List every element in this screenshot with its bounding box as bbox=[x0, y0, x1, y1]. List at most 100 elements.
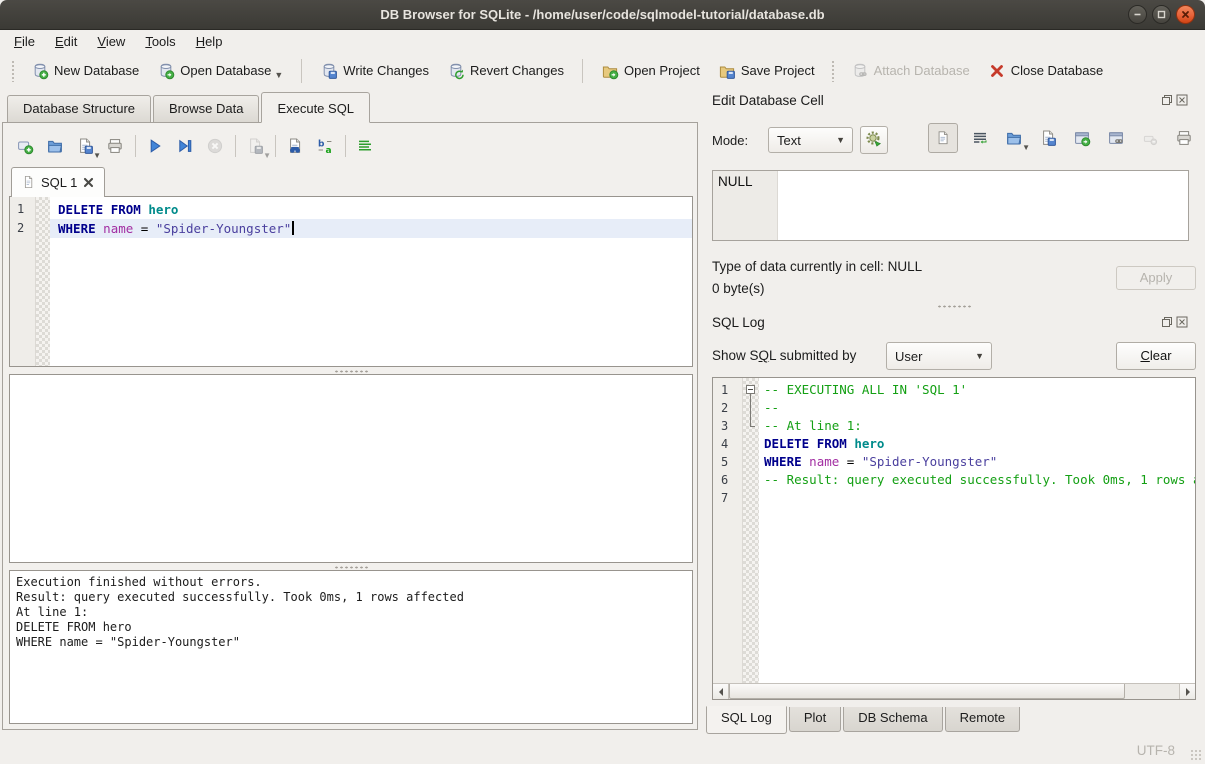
fold-collapse-icon[interactable] bbox=[746, 385, 755, 394]
import-cell-icon[interactable]: ▼ bbox=[1002, 126, 1026, 150]
log-line: -- At line 1: bbox=[759, 417, 1195, 435]
log-code: -- EXECUTING ALL IN 'SQL 1'---- At line … bbox=[759, 378, 1195, 683]
splitter-handle[interactable] bbox=[712, 303, 1196, 309]
clear-log-button[interactable]: Clear bbox=[1116, 342, 1196, 370]
sql-log-view[interactable]: 1234567 -- EXECUTING ALL IN 'SQL 1'---- … bbox=[712, 377, 1196, 700]
scroll-right-arrow[interactable] bbox=[1179, 684, 1195, 699]
apply-button[interactable]: Apply bbox=[1116, 266, 1196, 290]
replace-icon[interactable]: ba bbox=[313, 134, 337, 158]
execute-all-icon[interactable] bbox=[143, 134, 167, 158]
sql-log-filter-combobox[interactable]: User ▼ bbox=[886, 342, 992, 370]
execute-line-icon[interactable] bbox=[173, 134, 197, 158]
gear-icon bbox=[865, 130, 883, 151]
format-sql-icon[interactable] bbox=[353, 134, 377, 158]
close-dock-icon[interactable] bbox=[1176, 316, 1188, 328]
main-toolbar: New DatabaseOpen Database▼Write ChangesR… bbox=[0, 53, 1205, 88]
tab-browse-data[interactable]: Browse Data bbox=[153, 95, 259, 122]
new-database-button[interactable]: New Database bbox=[22, 57, 148, 85]
dropdown-caret-icon[interactable]: ▼ bbox=[263, 151, 271, 160]
save-results-icon[interactable]: ▼ bbox=[243, 134, 267, 158]
results-grid[interactable] bbox=[9, 374, 693, 563]
toolbar-grip[interactable] bbox=[831, 60, 835, 82]
execution-message-pane[interactable]: Execution finished without errors.Result… bbox=[9, 570, 693, 724]
open-sql-file-icon[interactable] bbox=[43, 134, 67, 158]
close-database-icon bbox=[988, 62, 1006, 80]
menu-tools[interactable]: Tools bbox=[135, 31, 185, 52]
mode-combobox[interactable]: Text ▼ bbox=[768, 127, 853, 153]
sql-log-dock-header: SQL Log bbox=[712, 315, 1196, 331]
print-cell-icon[interactable] bbox=[1172, 126, 1196, 150]
editor-code[interactable]: DELETE FROM heroWHERE name = "Spider-You… bbox=[50, 197, 692, 366]
mode-value: Text bbox=[777, 133, 801, 148]
write-changes-button[interactable]: Write Changes bbox=[311, 57, 438, 85]
open-database-button[interactable]: Open Database▼ bbox=[148, 57, 292, 85]
cell-type-info: Type of data currently in cell: NULL bbox=[712, 259, 922, 274]
maximize-button[interactable] bbox=[1152, 5, 1171, 24]
float-dock-icon[interactable] bbox=[1161, 94, 1173, 106]
horizontal-scrollbar[interactable] bbox=[713, 683, 1195, 699]
revert-changes-button[interactable]: Revert Changes bbox=[438, 57, 573, 85]
stop-icon[interactable] bbox=[203, 134, 227, 158]
sql-editor[interactable]: 12 DELETE FROM heroWHERE name = "Spider-… bbox=[9, 196, 693, 367]
menu-edit[interactable]: Edit bbox=[45, 31, 87, 52]
menu-file[interactable]: File bbox=[4, 31, 45, 52]
find-icon[interactable] bbox=[283, 134, 307, 158]
chevron-down-icon: ▼ bbox=[975, 351, 984, 361]
dock-tab-plot[interactable]: Plot bbox=[789, 707, 841, 732]
cell-editor[interactable]: NULL bbox=[712, 170, 1189, 241]
auto-switch-mode-button[interactable] bbox=[860, 126, 888, 154]
scrollbar-track[interactable] bbox=[729, 684, 1179, 699]
open-sql-tab-icon[interactable] bbox=[13, 134, 37, 158]
tab-sql-1[interactable]: SQL 1 bbox=[11, 167, 105, 197]
close-database-button[interactable]: Close Database bbox=[979, 57, 1113, 85]
save-project-icon bbox=[718, 62, 736, 80]
toolbar-grip[interactable] bbox=[11, 60, 15, 82]
cell-editor-area[interactable] bbox=[778, 171, 1188, 240]
log-fold-margin[interactable] bbox=[743, 378, 759, 683]
sql-doc-icon bbox=[22, 174, 35, 192]
menu-view[interactable]: View bbox=[87, 31, 135, 52]
dropdown-caret-icon[interactable]: ▼ bbox=[93, 151, 101, 160]
cell-value: NULL bbox=[713, 171, 778, 240]
sql-log-filter-label: Show SQL submitted by bbox=[712, 348, 856, 363]
word-wrap-icon[interactable] bbox=[968, 126, 992, 150]
close-tab-icon[interactable] bbox=[83, 177, 94, 188]
attach-database-button[interactable]: Attach Database bbox=[842, 57, 979, 85]
save-sql-file-icon[interactable]: ▼ bbox=[73, 134, 97, 158]
minimize-button[interactable] bbox=[1128, 5, 1147, 24]
write-changes-label: Write Changes bbox=[343, 63, 429, 78]
cell-mode-row: Mode: Text ▼ ▼ bbox=[712, 126, 1196, 156]
dropdown-caret-icon[interactable]: ▼ bbox=[274, 70, 283, 80]
dock-tab-sql-log[interactable]: SQL Log bbox=[706, 706, 787, 734]
text-mode-icon[interactable] bbox=[928, 123, 958, 153]
save-project-button[interactable]: Save Project bbox=[709, 57, 824, 85]
editor-line[interactable]: WHERE name = "Spider-Youngster" bbox=[50, 219, 692, 238]
set-null-icon[interactable] bbox=[1138, 126, 1162, 150]
toolbar-separator bbox=[345, 135, 346, 157]
log-line: -- Result: query executed successfully. … bbox=[759, 471, 1195, 489]
scrollbar-thumb[interactable] bbox=[729, 684, 1125, 699]
execute-sql-panel: ▼▼ba SQL 1 12 DELETE FROM heroWHERE name… bbox=[2, 123, 698, 730]
editor-line[interactable]: DELETE FROM hero bbox=[50, 200, 692, 219]
open-external-icon[interactable] bbox=[1070, 126, 1094, 150]
resize-grip-icon[interactable] bbox=[1189, 748, 1202, 761]
dock-tab-db-schema[interactable]: DB Schema bbox=[843, 707, 942, 732]
tab-execute-sql[interactable]: Execute SQL bbox=[261, 92, 370, 123]
open-database-label: Open Database bbox=[180, 63, 271, 78]
title-bar[interactable]: DB Browser for SQLite - /home/user/code/… bbox=[0, 0, 1205, 30]
close-button[interactable] bbox=[1176, 5, 1195, 24]
dropdown-caret-icon[interactable]: ▼ bbox=[1022, 143, 1030, 152]
message-line: Result: query executed successfully. Too… bbox=[16, 590, 686, 605]
scroll-left-arrow[interactable] bbox=[713, 684, 729, 699]
float-dock-icon[interactable] bbox=[1161, 316, 1173, 328]
close-dock-icon[interactable] bbox=[1176, 94, 1188, 106]
export-cell-icon[interactable] bbox=[1036, 126, 1060, 150]
menu-help[interactable]: Help bbox=[186, 31, 233, 52]
save-project-label: Save Project bbox=[741, 63, 815, 78]
open-project-button[interactable]: Open Project bbox=[592, 57, 709, 85]
log-line-numbers: 1234567 bbox=[713, 378, 743, 683]
dock-tab-remote[interactable]: Remote bbox=[945, 707, 1021, 732]
copy-link-icon[interactable] bbox=[1104, 126, 1128, 150]
print-sql-icon[interactable] bbox=[103, 134, 127, 158]
tab-database-structure[interactable]: Database Structure bbox=[7, 95, 151, 122]
